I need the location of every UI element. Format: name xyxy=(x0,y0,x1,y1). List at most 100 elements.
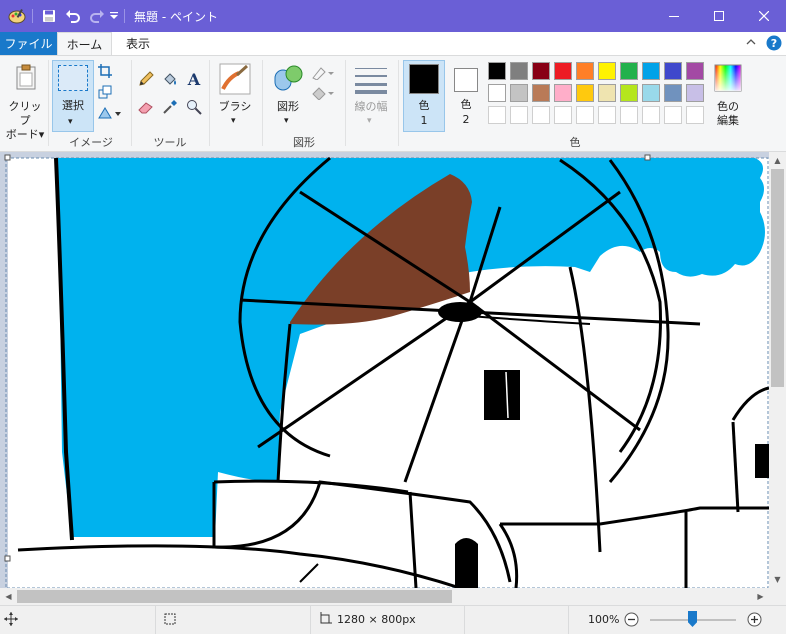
zoom-slider-thumb[interactable] xyxy=(688,611,697,627)
palette-swatch[interactable] xyxy=(532,62,550,80)
paint-app-icon[interactable] xyxy=(6,6,28,26)
clipboard-button[interactable]: クリップ ボード▾ xyxy=(4,60,46,141)
chevron-down-icon: ▾ xyxy=(68,117,73,127)
status-bar: 1280 × 800px 100% xyxy=(0,605,786,634)
divider xyxy=(345,60,346,146)
resize-icon[interactable] xyxy=(96,83,114,101)
resize-handle[interactable] xyxy=(644,154,651,161)
palette-swatch[interactable] xyxy=(598,62,616,80)
help-icon[interactable]: ? xyxy=(766,35,782,51)
drawing-canvas[interactable] xyxy=(0,152,769,588)
palette-swatch[interactable] xyxy=(664,62,682,80)
select-rectangle-icon xyxy=(58,65,88,91)
maximize-button[interactable] xyxy=(696,0,741,32)
palette-swatch[interactable] xyxy=(620,84,638,102)
palette-swatch[interactable] xyxy=(510,84,528,102)
text-icon[interactable]: A xyxy=(185,70,203,88)
palette-swatch[interactable] xyxy=(620,106,638,124)
tab-home[interactable]: ホーム xyxy=(57,32,112,55)
resize-handle[interactable] xyxy=(4,555,11,562)
cursor-position-icon xyxy=(4,612,18,629)
scroll-up-icon[interactable]: ▲ xyxy=(769,152,786,169)
palette-swatch[interactable] xyxy=(488,106,506,124)
collapse-ribbon-icon[interactable] xyxy=(745,36,759,50)
minimize-button[interactable] xyxy=(651,0,696,32)
palette-swatch[interactable] xyxy=(488,84,506,102)
horizontal-scrollbar[interactable]: ◀ ▶ xyxy=(0,588,769,605)
palette-swatch[interactable] xyxy=(642,84,660,102)
undo-icon[interactable] xyxy=(62,6,84,26)
edit-colors-line2: 編集 xyxy=(717,114,739,127)
scroll-left-icon[interactable]: ◀ xyxy=(0,588,17,605)
outline-icon[interactable] xyxy=(311,64,335,82)
fill-shape-icon[interactable] xyxy=(311,84,335,102)
vertical-scroll-thumb[interactable] xyxy=(771,169,784,387)
palette-swatch[interactable] xyxy=(598,106,616,124)
palette-swatch[interactable] xyxy=(664,84,682,102)
close-button[interactable] xyxy=(741,0,786,32)
palette-swatch[interactable] xyxy=(576,84,594,102)
palette-swatch[interactable] xyxy=(686,84,704,102)
door xyxy=(455,538,478,588)
edit-colors-button[interactable]: 色の 編集 xyxy=(710,60,746,132)
brush-button[interactable]: ブラシ ▾ xyxy=(213,60,257,130)
clipboard-icon xyxy=(15,64,37,93)
tools-group-label: ツール xyxy=(153,136,187,149)
palette-swatch[interactable] xyxy=(576,62,594,80)
title-bar: 無題 - ペイント xyxy=(0,0,786,32)
color-picker-icon[interactable] xyxy=(161,98,179,116)
palette-swatch[interactable] xyxy=(642,106,660,124)
shapes-button[interactable]: 図形 ▾ xyxy=(266,60,310,130)
redo-icon[interactable] xyxy=(86,6,108,26)
image-size-icon xyxy=(318,612,332,629)
window-title: 無題 - ペイント xyxy=(134,10,218,24)
palette-swatch[interactable] xyxy=(532,106,550,124)
crop-icon[interactable] xyxy=(96,62,114,80)
edit-colors-line1: 色の xyxy=(717,100,739,113)
brush-icon xyxy=(219,63,251,98)
color2-button[interactable]: 色 2 xyxy=(447,60,485,132)
fill-icon[interactable] xyxy=(161,70,179,88)
palette-swatch[interactable] xyxy=(576,106,594,124)
palette-swatch[interactable] xyxy=(510,106,528,124)
customize-quick-access-icon[interactable] xyxy=(108,6,120,26)
palette-swatch[interactable] xyxy=(554,62,572,80)
pencil-icon[interactable] xyxy=(137,70,155,88)
palette-swatch[interactable] xyxy=(686,62,704,80)
zoom-out-icon[interactable] xyxy=(624,612,639,630)
canvas-area[interactable] xyxy=(0,152,786,602)
palette-swatch[interactable] xyxy=(532,84,550,102)
horizontal-scroll-thumb[interactable] xyxy=(17,590,452,603)
clipboard-label-line1: クリップ xyxy=(8,100,42,127)
palette-swatch[interactable] xyxy=(686,106,704,124)
vertical-scrollbar[interactable]: ▲ ▼ xyxy=(769,152,786,588)
palette-swatch[interactable] xyxy=(664,106,682,124)
tab-file[interactable]: ファイル xyxy=(0,32,57,55)
palette-swatch[interactable] xyxy=(510,62,528,80)
chevron-down-icon: ▾ xyxy=(284,116,289,126)
line-width-button[interactable]: 線の幅 ▾ xyxy=(349,60,393,130)
image-group-label: イメージ xyxy=(69,136,113,149)
line-width-label: 線の幅 xyxy=(354,100,388,113)
color1-button[interactable]: 色 1 xyxy=(403,60,445,132)
tab-view[interactable]: 表示 xyxy=(114,32,162,55)
scroll-right-icon[interactable]: ▶ xyxy=(752,588,769,605)
rotate-icon[interactable] xyxy=(96,104,122,122)
eraser-icon[interactable] xyxy=(137,98,155,116)
brush-label: ブラシ xyxy=(218,100,252,113)
palette-swatch[interactable] xyxy=(620,62,638,80)
zoom-in-icon[interactable] xyxy=(747,612,762,630)
palette-swatch[interactable] xyxy=(488,62,506,80)
palette-swatch[interactable] xyxy=(554,84,572,102)
magnifier-icon[interactable] xyxy=(185,98,203,116)
divider xyxy=(209,60,210,146)
scroll-down-icon[interactable]: ▼ xyxy=(769,571,786,588)
palette-swatch[interactable] xyxy=(598,84,616,102)
divider xyxy=(568,606,569,634)
palette-swatch[interactable] xyxy=(554,106,572,124)
palette-swatch[interactable] xyxy=(642,62,660,80)
clipboard-label-line2: ボード▾ xyxy=(5,128,45,141)
select-button[interactable]: 選択 ▾ xyxy=(52,60,94,132)
resize-handle[interactable] xyxy=(4,154,11,161)
save-icon[interactable] xyxy=(38,6,60,26)
